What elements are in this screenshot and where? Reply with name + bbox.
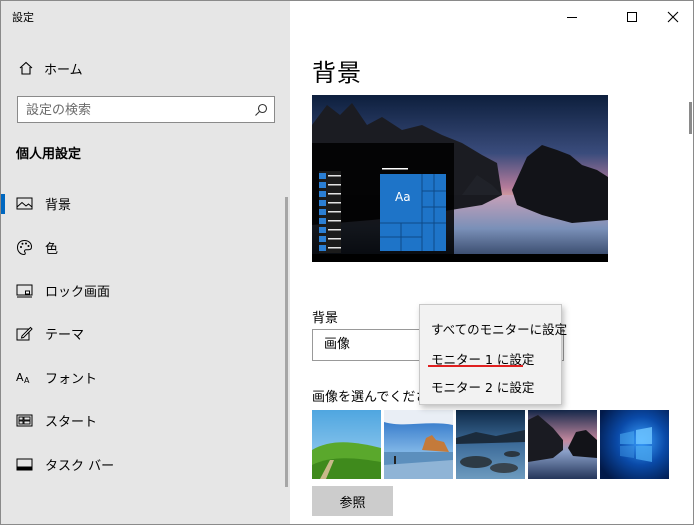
sidebar-item-lock-screen[interactable]: ロック画面 — [1, 269, 290, 312]
settings-window: 設定 ホーム 個人用設定 背景 — [0, 0, 694, 525]
minimize-button[interactable] — [549, 3, 595, 31]
sidebar-item-font[interactable]: A A フォント — [1, 356, 290, 399]
page-title: 背景 — [312, 59, 362, 87]
sidebar-item-label: テーマ — [45, 328, 85, 344]
home-nav-item[interactable]: ホーム — [18, 57, 83, 79]
close-button[interactable] — [650, 3, 693, 31]
choose-picture-label: 画像を選んでくださ — [312, 390, 429, 405]
set-for-monitor-menu: すべてのモニターに設定 モニター 1 に設定 モニター 2 に設定 — [419, 304, 567, 405]
sidebar-item-theme[interactable]: テーマ — [1, 312, 290, 355]
picture-thumbnail-4[interactable] — [528, 410, 597, 479]
sidebar-item-start[interactable]: スタート — [1, 399, 290, 442]
main-scrollbar[interactable] — [689, 102, 692, 134]
maximize-button[interactable] — [609, 3, 655, 31]
search-input[interactable] — [26, 101, 246, 119]
picture-thumbnail-1[interactable] — [312, 410, 381, 479]
home-label: ホーム — [44, 62, 83, 78]
sidebar-item-label: ロック画面 — [45, 284, 111, 300]
picture-thumbnail-3[interactable] — [456, 410, 525, 479]
recent-pictures — [312, 410, 669, 479]
sidebar-item-label: 背景 — [45, 198, 72, 214]
sidebar-item-taskbar[interactable]: タスク バー — [1, 442, 290, 485]
windows-logo-image — [600, 410, 669, 479]
close-icon — [667, 11, 679, 23]
search-icon[interactable] — [254, 103, 268, 117]
app-title: 設定 — [12, 11, 34, 24]
maximize-icon — [627, 12, 637, 22]
start-icon — [16, 414, 33, 427]
picture-thumbnail-2[interactable] — [384, 410, 453, 479]
sidebar-item-label: タスク バー — [45, 458, 115, 474]
browse-button[interactable]: 参照 — [312, 486, 393, 516]
theme-icon — [16, 327, 33, 341]
minimize-icon — [567, 17, 577, 18]
beach-rocks-image — [384, 410, 453, 479]
hill-image — [312, 410, 381, 479]
red-underline-annotation — [428, 365, 523, 367]
search-box[interactable] — [17, 96, 275, 123]
svg-text:A: A — [24, 376, 30, 385]
sidebar-nav: 背景 色 ロック画面 テーマ A A フォント スタート タスク バー — [1, 182, 290, 486]
main-panel: 背景 Aa 背景 画像 画像を選んでくださ 参照 — [290, 1, 693, 524]
section-title: 個人用設定 — [16, 147, 82, 162]
rocky-shore-image — [456, 410, 525, 479]
menu-item-set-monitor-2[interactable]: モニター 2 に設定 — [431, 377, 534, 396]
background-type-label: 背景 — [312, 311, 339, 326]
sidebar-item-label: スタート — [45, 415, 98, 431]
preview-tile-text: Aa — [395, 190, 411, 204]
sidebar-item-label: フォント — [45, 371, 98, 387]
sidebar-scrollbar[interactable] — [285, 197, 288, 487]
sidebar-item-color[interactable]: 色 — [1, 225, 290, 268]
menu-item-set-all-monitors[interactable]: すべてのモニターに設定 — [431, 319, 567, 338]
desktop-preview: Aa — [312, 95, 608, 262]
preview-image: Aa — [312, 95, 608, 262]
palette-icon — [16, 239, 33, 255]
sidebar-item-background[interactable]: 背景 — [1, 182, 290, 225]
lock-screen-icon — [16, 284, 33, 298]
lake-sunset-image — [528, 410, 597, 479]
picture-thumbnail-5[interactable] — [600, 410, 669, 479]
svg-text:A: A — [16, 371, 24, 384]
font-icon: A A — [16, 371, 30, 385]
taskbar-icon — [16, 458, 33, 471]
home-icon — [19, 61, 33, 75]
sidebar-item-label: 色 — [45, 241, 59, 257]
sidebar: 設定 ホーム 個人用設定 背景 — [1, 1, 290, 524]
picture-icon — [16, 197, 33, 210]
